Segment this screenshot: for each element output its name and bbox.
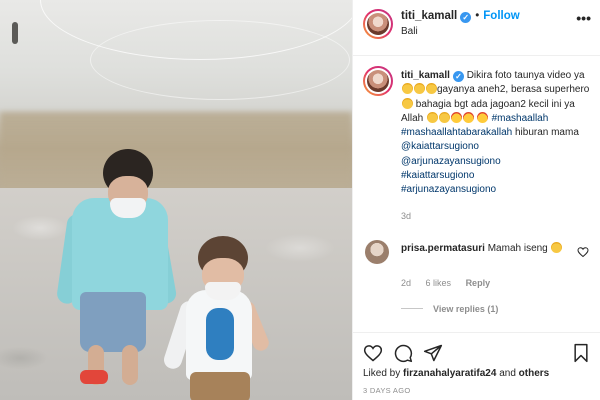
laughing-emoji-icon [401,83,413,95]
avatar[interactable] [365,240,389,264]
comment-text: prisa.permatasuri Mamah iseng [401,242,571,256]
face-mask [205,282,241,300]
comment-body: Mamah iseng [487,243,548,254]
kid-shoe [80,370,108,384]
separator-dot: • [475,10,480,22]
reply-button[interactable]: Reply [466,278,491,288]
action-bar [353,332,600,370]
caption-text: titi_kamall ✓ Dikira foto taunya video ya… [401,69,593,198]
sand-area [0,112,352,192]
hashtag-link[interactable]: #arjunazayansugiono [401,183,593,197]
post-timestamp[interactable]: 3 DAYS AGO [363,386,410,395]
caption-username[interactable]: titi_kamall [401,70,450,81]
shirt-print [206,308,234,360]
laughing-emoji-icon [413,83,425,95]
heart-eyes-emoji-icon [450,111,462,123]
post-header: titi_kamall ✓ • Follow Bali ••• [353,0,600,56]
mention-link[interactable]: @arjunazayansugiono [401,155,593,169]
liked-by-line: Liked by firzanahalyaratifa24 and others [363,368,549,379]
verified-icon: ✓ [452,71,464,82]
follow-button[interactable]: Follow [483,10,519,22]
heart-icon[interactable] [363,343,383,363]
heart-icon[interactable] [577,246,589,258]
location-link[interactable]: Bali [401,26,418,37]
post-photo[interactable] [0,0,352,400]
heart-eyes-emoji-icon [477,111,489,123]
laughing-emoji-icon [425,83,437,95]
smiling-emoji-icon [426,111,438,123]
heart-eyes-emoji-icon [462,111,474,123]
wave-line [90,20,350,100]
comment-icon[interactable] [393,343,413,363]
view-replies-button[interactable]: View replies (1) [401,304,498,314]
comment-meta: 2d 6 likes Reply [401,278,502,288]
bookmark-icon[interactable] [571,343,591,363]
hashtag-link[interactable]: #mashaallahtabarakallah [401,127,512,138]
comment-likes[interactable]: 6 likes [426,278,452,288]
face-mask [110,198,146,218]
kid-leg [122,345,138,385]
verified-icon: ✓ [460,12,472,23]
ellipsis-icon[interactable]: ••• [576,10,591,26]
liked-by-suffix: and [499,368,516,379]
liked-by-user[interactable]: firzanahalyaratifa24 [403,368,496,379]
kid-pants [190,372,250,400]
header-username-row: titi_kamall ✓ • Follow [401,10,520,23]
caption-line: hiburan mama [514,127,579,139]
laughing-emoji-icon [551,242,563,253]
hashtag-link[interactable]: #kaiattarsugiono [401,169,593,183]
kid-shorts [80,292,146,352]
smiling-emoji-icon [438,111,450,123]
comment-timestamp[interactable]: 2d [401,278,411,288]
avatar[interactable] [363,66,393,96]
caption-line: gayanya aneh2, berasa superhero [437,84,590,96]
liked-by-prefix: Liked by [363,368,401,379]
view-replies-label: View replies (1) [433,304,499,314]
share-icon[interactable] [423,343,443,363]
caption-line: Dikira foto taunya video ya [466,70,585,81]
distant-person [12,22,18,44]
mention-link[interactable]: @kaiattarsugiono [401,141,479,152]
post-side-panel: titi_kamall ✓ • Follow Bali ••• titi_kamall… [352,0,600,400]
hashtag-link[interactable]: #mashaallah [492,113,549,124]
liked-by-others[interactable]: others [519,368,550,379]
username-link[interactable]: titi_kamall [401,10,457,22]
comment-username[interactable]: prisa.permatasuri [401,243,485,254]
avatar[interactable] [363,9,393,39]
caption-timestamp[interactable]: 3d [401,211,411,221]
laughing-emoji-icon [401,97,413,109]
